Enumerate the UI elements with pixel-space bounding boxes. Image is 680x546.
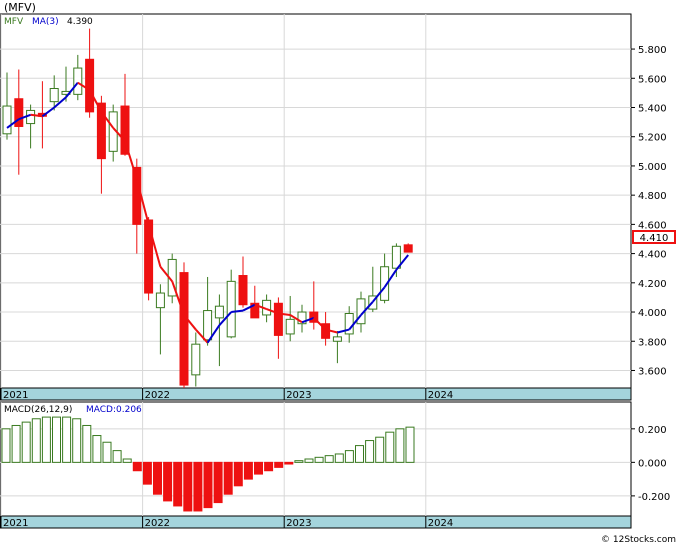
legend-ma-value: 4.390: [67, 17, 93, 27]
candle-body: [179, 272, 189, 386]
candle-body: [332, 336, 342, 342]
macd-y-axis: 0.200 0.000 -0.200: [631, 425, 670, 503]
macd-bar: [153, 461, 162, 495]
macd-bar: [82, 424, 92, 463]
price-y-tick-label: 4.400: [638, 250, 667, 261]
macd-bar: [243, 461, 253, 480]
candle-body: [285, 318, 295, 335]
candle-body: [403, 244, 413, 253]
candle-body: [226, 280, 236, 338]
macd-bar: [365, 440, 375, 463]
macd-x-tick-label: 2022: [145, 518, 170, 529]
macd-bar: [213, 461, 223, 504]
macd-bar: [52, 416, 61, 463]
macd-bar: [92, 435, 102, 463]
price-y-tick-label: 4.000: [638, 308, 667, 319]
ticker-title: (MFV): [4, 1, 36, 14]
macd-y-tick-label: 0.200: [638, 425, 667, 436]
price-y-tick-label: 5.800: [638, 45, 667, 56]
macd-bar: [264, 461, 274, 472]
candle-body: [26, 109, 36, 125]
macd-bar: [163, 461, 173, 502]
stock-chart: (MFV) MFV MA(3) 4.390 MACD(26,12,9) MACD…: [0, 1, 676, 545]
macd-bar: [183, 461, 193, 512]
candle-body: [155, 292, 165, 309]
candle-body: [49, 88, 59, 103]
price-y-axis: 5.800 5.600 5.400 5.200 5.000 4.800 4.600 4.400…: [631, 45, 667, 377]
legend-ma: MA(3): [32, 17, 59, 27]
legend-mfv: MFV: [4, 17, 24, 27]
candle-body: [238, 275, 248, 306]
candle-body: [203, 310, 213, 341]
macd-bar: [62, 416, 72, 463]
macd-bar: [405, 426, 415, 463]
macd-bar: [41, 416, 51, 463]
candle-body: [214, 305, 224, 319]
macd-bar: [122, 458, 132, 463]
price-y-tick-label: 5.400: [638, 104, 667, 115]
price-panel-frame: [0, 13, 632, 389]
macd-bar: [324, 455, 334, 463]
price-y-tick-label: 3.600: [638, 366, 667, 377]
macd-bar: [375, 436, 385, 463]
legend-macd-value: MACD:0.206: [86, 405, 142, 415]
macd-x-tick-label: 2024: [428, 518, 453, 529]
price-y-tick-label: 4.800: [638, 191, 667, 202]
macd-bar: [334, 453, 344, 463]
macd-bar: [112, 450, 122, 463]
watermark: © 12Stocks.com: [601, 535, 676, 545]
macd-bar: [233, 461, 243, 487]
macd-x-tick-label: 2021: [3, 518, 28, 529]
macd-bar: [284, 461, 294, 465]
price-y-tick-label: 4.200: [638, 279, 667, 290]
price-y-tick-label: 5.200: [638, 133, 667, 144]
price-y-tick-label: 5.000: [638, 162, 667, 173]
candle-body: [73, 67, 83, 95]
macd-x-axis-band: [0, 515, 632, 529]
legend-macd: MACD(26,12,9): [4, 405, 72, 415]
price-x-axis-band: [0, 387, 632, 401]
macd-x-tick-label: 2023: [286, 518, 311, 529]
macd-bar: [142, 461, 152, 485]
price-x-tick-label: 2024: [428, 390, 453, 401]
macd-bar: [355, 445, 364, 463]
macd-bar: [304, 458, 314, 463]
macd-bar: [314, 456, 324, 463]
macd-bar: [344, 450, 354, 463]
macd-bar: [193, 461, 203, 512]
macd-y-tick-label: 0.000: [638, 458, 667, 469]
candle-body: [85, 58, 95, 113]
macd-bar: [72, 418, 82, 463]
price-y-tick-label: 4.600: [638, 220, 667, 231]
last-price-label: 4.410: [640, 233, 669, 244]
candle-body: [2, 105, 12, 135]
macd-bar: [223, 461, 233, 495]
macd-bar: [385, 431, 395, 463]
macd-bar: [132, 461, 142, 472]
macd-bar: [203, 461, 213, 509]
macd-bar: [395, 428, 405, 463]
price-x-tick-label: 2021: [3, 390, 28, 401]
macd-bar: [294, 460, 304, 463]
price-x-tick-label: 2022: [145, 390, 170, 401]
price-x-tick-label: 2023: [286, 390, 311, 401]
candle-body: [191, 343, 201, 376]
macd-bar: [254, 461, 263, 475]
price-y-tick-label: 5.600: [638, 74, 667, 85]
macd-y-tick-label: -0.200: [638, 492, 670, 503]
macd-bar: [173, 461, 183, 507]
macd-bar: [31, 418, 41, 463]
chart-container: (MFV) MFV MA(3) 4.390 MACD(26,12,9) MACD…: [0, 0, 680, 546]
macd-bar: [21, 421, 31, 463]
macd-bar: [11, 424, 21, 463]
price-y-tick-label: 3.800: [638, 337, 667, 348]
macd-bar: [102, 441, 112, 463]
candle-body: [273, 302, 283, 336]
macd-bar: [274, 461, 284, 468]
macd-bar: [1, 428, 11, 463]
